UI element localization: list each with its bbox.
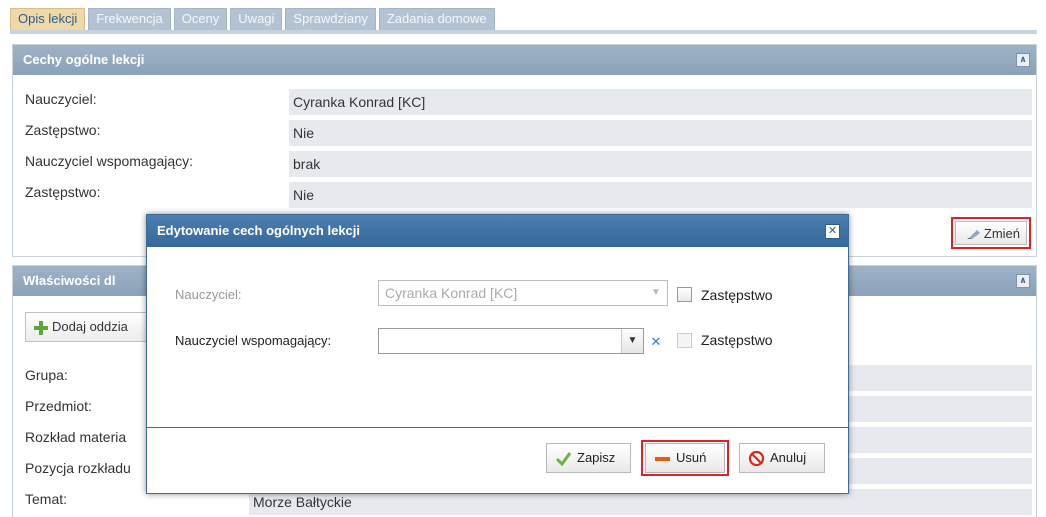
field-value: Nie [289,120,1032,146]
field-value: Cyranka Konrad [KC] [289,89,1032,115]
assistant-teacher-label: Nauczyciel wspomagający: [175,333,332,348]
plus-icon [34,321,48,335]
assistant-teacher-select[interactable]: ▼ [378,328,644,354]
field-value: Nie [289,182,1032,208]
collapse-icon[interactable]: ∧ [1016,274,1030,288]
teacher-label: Nauczyciel: [175,287,242,302]
minus-icon [655,457,670,461]
tab-uwagi[interactable]: Uwagi [230,8,283,30]
field-label: Nauczyciel: [25,91,97,107]
cancel-button[interactable]: Anuluj [739,443,825,473]
tab-oceny[interactable]: Oceny [173,8,228,30]
collapse-icon[interactable]: ∧ [1016,53,1030,67]
substitution-checkbox[interactable] [677,287,692,302]
field-label: Temat: [25,491,68,507]
tab-frekwencja[interactable]: Frekwencja [88,8,171,30]
field-row: Zastępstwo: Nie [13,118,1036,146]
chevron-down-icon: ▼ [651,287,661,298]
tab-sprawdziany[interactable]: Sprawdziany [285,8,376,30]
change-button-highlight: Zmień [951,217,1031,249]
change-button-label: Zmień [983,226,1020,241]
field-label: Rozkład materia [25,429,127,445]
dialog-header: Edytowanie cech ogólnych lekcji ✕ [147,215,848,247]
clear-icon[interactable]: ✕ [645,330,667,354]
tab-bar: Opis lekcji Frekwencja Oceny Uwagi Spraw… [10,8,498,30]
delete-button[interactable]: Usuń [645,443,725,473]
dialog-title: Edytowanie cech ogólnych lekcji [157,223,361,238]
teacher-select-value: Cyranka Konrad [KC] [385,285,518,301]
field-label: Grupa: [25,367,68,383]
field-label: Nauczyciel wspomagający: [25,153,194,169]
field-label: Pozycja rozkładu [25,460,131,476]
cancel-icon [748,450,765,467]
change-button[interactable]: Zmień [955,221,1027,245]
save-button[interactable]: Zapisz [546,443,631,473]
chevron-down-icon[interactable]: ▼ [621,329,643,353]
dialog-divider [147,427,848,428]
field-row: Nauczyciel wspomagający: brak [13,149,1036,177]
field-row: Zastępstwo: Nie [13,180,1036,208]
properties-panel-title: Właściwości dl [23,273,116,288]
field-label: Zastępstwo: [25,184,101,200]
add-section-label: Dodaj oddzia [52,319,128,334]
general-panel-header: Cechy ogólne lekcji ∧ [13,45,1036,75]
save-button-label: Zapisz [577,450,616,465]
field-label: Przedmiot: [25,398,92,414]
field-value: brak [289,151,1032,177]
field-label: Zastępstwo: [25,122,101,138]
delete-button-label: Usuń [676,450,707,465]
teacher-select: Cyranka Konrad [KC] ▼ [378,280,668,306]
substitution-label: Zastępstwo [701,287,773,303]
add-section-button[interactable]: Dodaj oddzia [25,312,149,342]
tab-zadania-domowe[interactable]: Zadania domowe [378,8,495,30]
pencil-icon [966,230,980,239]
tab-opis-lekcji[interactable]: Opis lekcji [10,8,86,30]
substitution2-checkbox[interactable] [677,333,692,348]
close-icon[interactable]: ✕ [825,224,840,239]
check-icon [555,452,572,467]
substitution2-label: Zastępstwo [701,332,773,348]
tab-underline [10,30,1037,34]
field-row: Nauczyciel: Cyranka Konrad [KC] [13,87,1036,115]
edit-dialog: Edytowanie cech ogólnych lekcji ✕ Nauczy… [146,214,849,494]
cancel-button-label: Anuluj [770,450,807,465]
general-panel-title: Cechy ogólne lekcji [23,52,145,67]
